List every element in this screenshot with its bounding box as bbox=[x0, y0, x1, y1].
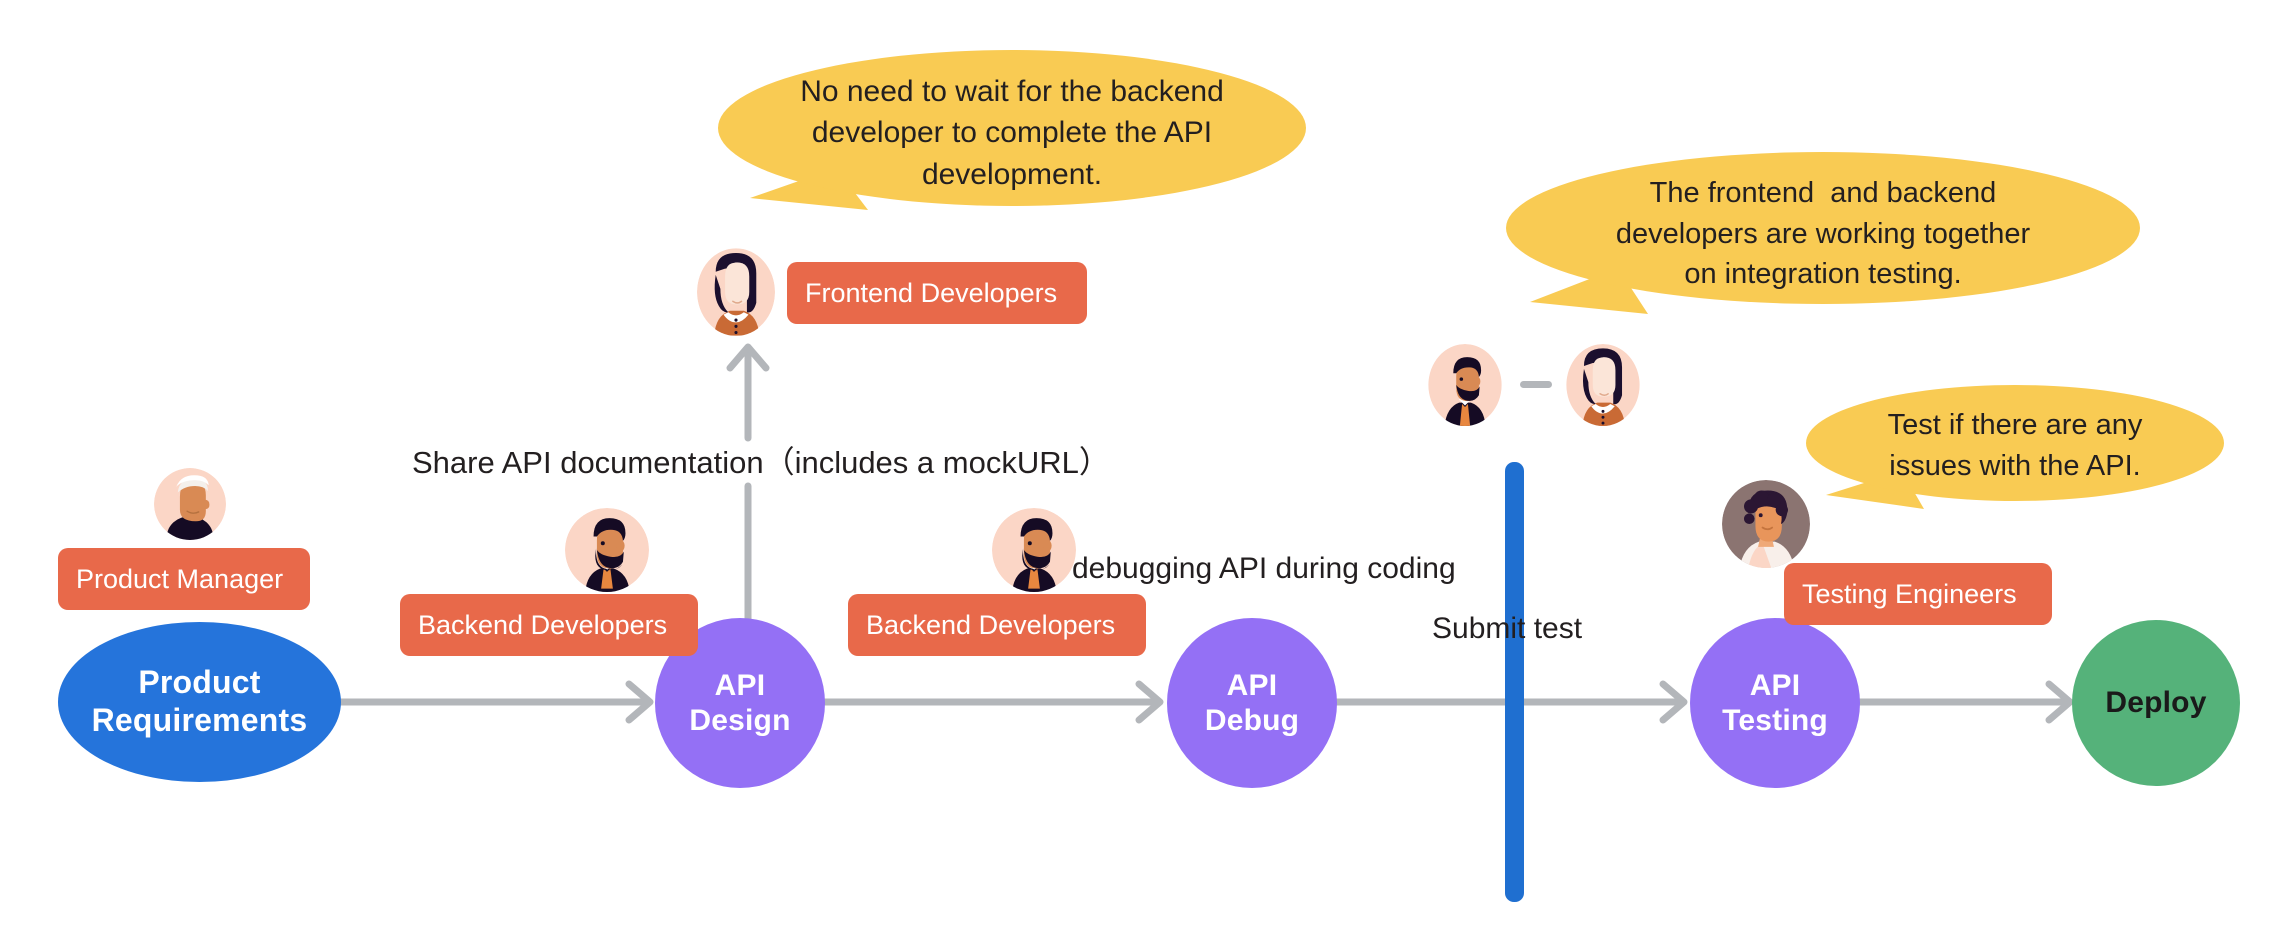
role-pill-label: Backend Developers bbox=[866, 609, 1116, 640]
bubble-line: No need to wait for the backend bbox=[800, 74, 1224, 108]
flow-node-product-requirements[interactable]: Product Requirements bbox=[58, 622, 341, 782]
role-pill-label: Testing Engineers bbox=[1802, 578, 2017, 609]
speech-bubble-text: No need to wait for the backend develope… bbox=[718, 50, 1306, 240]
role-pill-backend-developers-debug[interactable]: Backend Developers bbox=[848, 594, 1146, 656]
node-label-line2: Requirements bbox=[91, 702, 308, 738]
speech-bubble-test-issues: Test if there are any issues with the AP… bbox=[1806, 385, 2224, 533]
role-pill-backend-developers-design[interactable]: Backend Developers bbox=[400, 594, 698, 656]
avatar-product-manager bbox=[154, 468, 226, 540]
node-label-line1: Deploy bbox=[2105, 686, 2207, 720]
annotation-share-api-documentation: Share API documentation（includes a mockU… bbox=[412, 445, 1110, 480]
bubble-line: Test if there are any bbox=[1887, 408, 2143, 441]
avatar-pair-frontend-developer bbox=[1566, 344, 1640, 426]
bubble-line: The frontend and backend bbox=[1649, 177, 1997, 210]
flow-node-deploy[interactable]: Deploy bbox=[2072, 620, 2240, 786]
speech-bubble-text: The frontend and backend developers are … bbox=[1506, 152, 2140, 338]
role-pill-label: Frontend Developers bbox=[805, 277, 1058, 308]
bubble-line: on integration testing. bbox=[1684, 258, 1962, 291]
role-pill-testing-engineers[interactable]: Testing Engineers bbox=[1784, 563, 2052, 625]
speech-bubble-integration-testing: The frontend and backend developers are … bbox=[1506, 152, 2140, 338]
role-pill-label: Backend Developers bbox=[418, 609, 668, 640]
pair-connector-line bbox=[1520, 381, 1552, 388]
diagram-canvas: Product Requirements API Design API Debu… bbox=[0, 0, 2278, 950]
node-label-line1: API bbox=[714, 668, 766, 702]
avatar-frontend-developer bbox=[697, 248, 775, 336]
avatar-testing-engineer bbox=[1722, 480, 1810, 568]
avatar-backend-developer-design bbox=[565, 508, 649, 592]
node-label-line2: Testing bbox=[1722, 704, 1828, 737]
avatar-pair-backend-developer bbox=[1428, 344, 1502, 426]
flow-node-api-testing[interactable]: API Testing bbox=[1690, 618, 1860, 788]
node-label-line2: Design bbox=[689, 704, 791, 737]
flow-node-api-debug[interactable]: API Debug bbox=[1167, 618, 1337, 788]
node-label-line2: Debug bbox=[1204, 704, 1300, 737]
speech-bubble-text: Test if there are any issues with the AP… bbox=[1806, 385, 2224, 533]
role-pill-product-manager[interactable]: Product Manager bbox=[58, 548, 310, 610]
bubble-line: developers are working together bbox=[1615, 217, 2031, 250]
avatar-backend-developer-debug bbox=[992, 508, 1076, 592]
speech-bubble-frontend-no-wait: No need to wait for the backend develope… bbox=[718, 50, 1306, 240]
submit-test-lane-bar bbox=[1505, 462, 1524, 902]
role-pill-label: Product Manager bbox=[76, 563, 284, 594]
bubble-line: issues with the API. bbox=[1889, 450, 2141, 482]
node-label-line1: API bbox=[1749, 668, 1801, 702]
role-pill-frontend-developers[interactable]: Frontend Developers bbox=[787, 262, 1087, 324]
annotation-debugging-api-during-coding: debugging API during coding bbox=[1072, 552, 1456, 585]
node-label-line1: API bbox=[1226, 668, 1278, 702]
bubble-line: development. bbox=[921, 157, 1103, 191]
node-label-line1: Product bbox=[138, 664, 261, 701]
bubble-line: developer to complete the API bbox=[811, 116, 1213, 150]
annotation-submit-test: Submit test bbox=[1432, 612, 1583, 645]
